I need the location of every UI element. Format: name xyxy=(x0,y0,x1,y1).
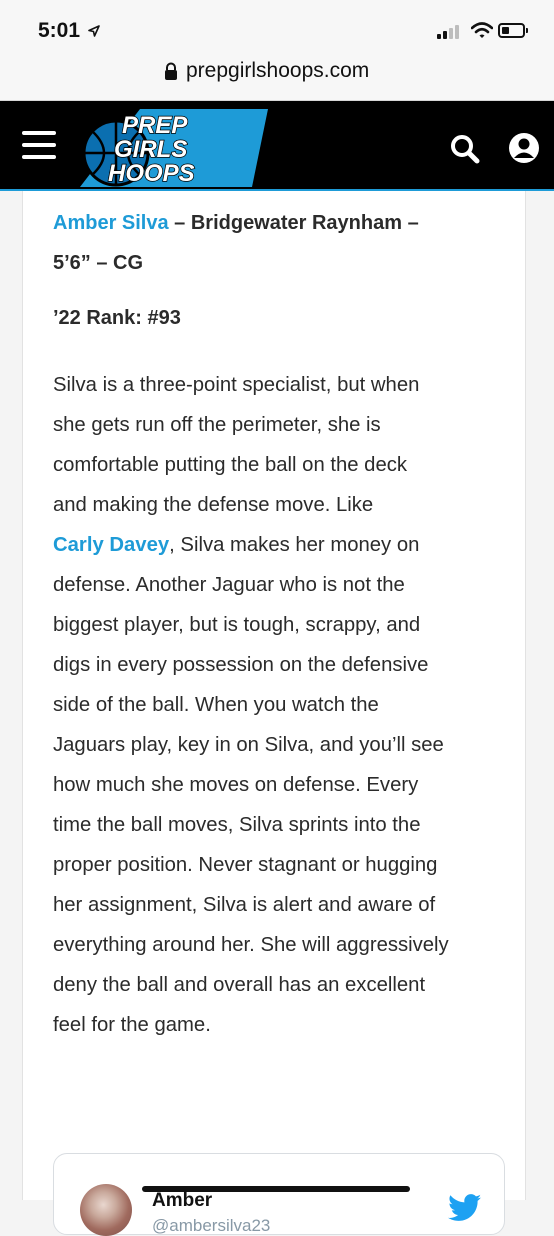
battery-icon xyxy=(498,23,528,38)
user-account-icon[interactable] xyxy=(508,132,540,164)
article-body: Silva is a three-point specialist, but w… xyxy=(53,365,513,1045)
site-header: PREP GIRLS HOOPS xyxy=(0,101,554,191)
body-line: everything around her. She will aggressi… xyxy=(53,934,449,956)
player-name-link[interactable]: Amber Silva xyxy=(53,212,169,234)
lock-icon xyxy=(165,62,177,80)
embedded-tweet-card[interactable]: Amber @ambersilva23 xyxy=(53,1153,505,1236)
address-bar[interactable]: prepgirlshoops.com xyxy=(0,50,554,101)
tweet-author-name[interactable]: Amber xyxy=(152,1190,212,1212)
home-indicator[interactable] xyxy=(142,1186,410,1192)
location-arrow-icon xyxy=(88,25,100,37)
body-line: Jaguars play, key in on Silva, and you’l… xyxy=(53,734,444,756)
logo-line-girls: GIRLS xyxy=(114,136,187,163)
body-line: , Silva makes her money on xyxy=(169,534,420,556)
wifi-icon xyxy=(471,22,493,38)
avatar[interactable] xyxy=(80,1184,132,1236)
hamburger-menu-icon[interactable] xyxy=(22,131,56,161)
status-time: 5:01 xyxy=(38,19,81,42)
body-line: and making the defense move. Like xyxy=(53,494,374,516)
carly-davey-link[interactable]: Carly Davey xyxy=(53,534,169,556)
headline-height-position: 5’6” – CG xyxy=(53,252,144,274)
twitter-bird-icon[interactable] xyxy=(448,1194,482,1222)
body-line: digs in every possession on the defensiv… xyxy=(53,654,429,676)
body-line: deny the ball and overall has an excelle… xyxy=(53,974,426,996)
body-line: defense. Another Jaguar who is not the xyxy=(53,574,405,596)
player-headline: Amber Silva – Bridgewater Raynham – 5’6”… xyxy=(53,203,503,283)
body-line: she gets run off the perimeter, she is xyxy=(53,414,381,436)
headline-school: – Bridgewater Raynham – xyxy=(168,212,419,234)
article-content: Amber Silva – Bridgewater Raynham – 5’6”… xyxy=(22,191,526,1236)
logo-line-prep: PREP xyxy=(122,112,188,139)
body-line: feel for the game. xyxy=(53,1014,211,1036)
body-line: side of the ball. When you watch the xyxy=(53,694,379,716)
logo-line-hoops: HOOPS xyxy=(108,160,195,187)
cellular-signal-icon xyxy=(437,25,459,39)
url-text: prepgirlshoops.com xyxy=(186,59,370,82)
search-icon[interactable] xyxy=(450,134,480,164)
status-bar: 5:01 xyxy=(0,0,554,50)
body-line: comfortable putting the ball on the deck xyxy=(53,454,408,476)
player-rank: ’22 Rank: #93 xyxy=(53,307,181,329)
body-line: proper position. Never stagnant or huggi… xyxy=(53,854,438,876)
body-line: time the ball moves, Silva sprints into … xyxy=(53,814,421,836)
body-line: her assignment, Silva is alert and aware… xyxy=(53,894,436,916)
tweet-author-handle[interactable]: @ambersilva23 xyxy=(152,1216,270,1236)
body-line: how much she moves on defense. Every xyxy=(53,774,419,796)
body-line: Silva is a three-point specialist, but w… xyxy=(53,374,420,396)
prep-girls-hoops-logo[interactable]: PREP GIRLS HOOPS xyxy=(80,107,270,189)
body-line: biggest player, but is tough, scrappy, a… xyxy=(53,614,421,636)
